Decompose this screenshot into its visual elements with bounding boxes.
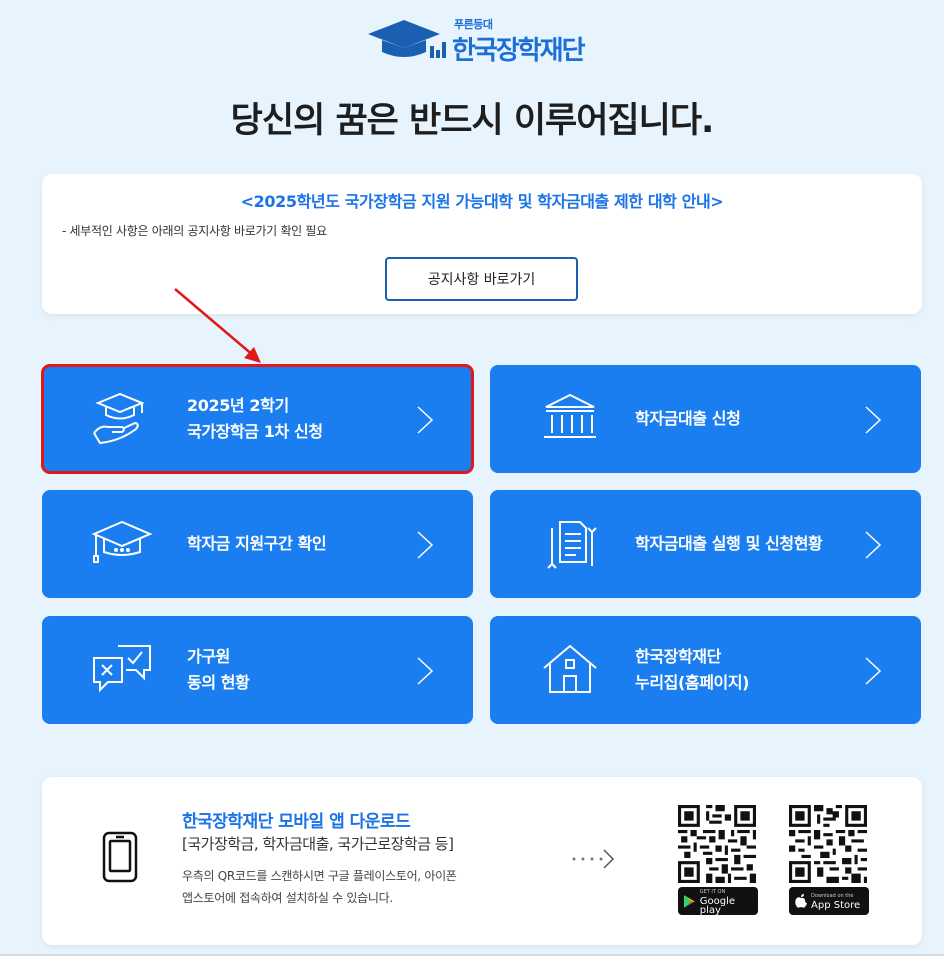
app-download-title: 한국장학재단 모바일 앱 다운로드 [182,812,411,832]
app-desc-line2: 앱스토어에 접속하여 설치하실 수 있습니다. [182,891,393,905]
app-download-subtitle: [국가장학금, 학자금대출, 국가근로장학금 등] [182,835,454,853]
app-store-badge[interactable]: Download on the App Store [789,887,869,915]
menu-household-consent[interactable]: 가구원 동의 현황 [42,616,473,724]
menu-student-loan-apply[interactable]: 학자금대출 신청 [490,365,921,473]
apple-icon [795,894,807,908]
menu-label-line1: 학자금대출 신청 [635,409,741,428]
document-refresh-icon [547,521,597,569]
menu-label-line1: 학자금 지원구간 확인 [187,534,327,553]
menu-label-line1: 학자금대출 실행 및 신청현황 [635,534,823,553]
google-play-qr-icon[interactable] [678,805,756,883]
home-icon [543,644,597,693]
notice-description: - 세부적인 사항은 아래의 공지사항 바로가기 확인 필요 [62,224,327,238]
google-play-badge[interactable]: GET IT ON Google play [678,887,758,915]
app-store-qr-icon[interactable] [789,805,867,883]
menu-label-line2: 국가장학금 1차 신청 [187,422,323,441]
mortarboard-logo-icon [368,20,446,58]
chevron-right-icon [417,406,434,434]
menu-label-line2: 동의 현황 [187,673,250,692]
menu-label-line1: 한국장학재단 [635,647,721,666]
chevron-right-icon [865,531,882,559]
notice-title: <2025학년도 국가장학금 지원 가능대학 및 학자금대출 제한 대학 안내> [240,192,724,211]
chevron-right-icon [417,531,434,559]
graduation-cap-hand-icon [93,392,145,445]
app-download-panel: 한국장학재단 모바일 앱 다운로드 [국가장학금, 학자금대출, 국가근로장학금… [42,777,922,945]
menu-support-tier-check[interactable]: 학자금 지원구간 확인 [42,490,473,598]
chevron-right-icon [865,657,882,685]
app-store-label: App Store [811,900,861,911]
chevron-right-icon [865,406,882,434]
menu-national-scholarship[interactable]: 2025년 2학기 국가장학금 1차 신청 [41,364,474,474]
menu-label-line1: 2025년 2학기 [187,396,289,415]
chevron-right-icon [417,657,434,685]
menu-loan-status[interactable]: 학자금대출 실행 및 신청현황 [490,490,921,598]
menu-label-line1: 가구원 [187,647,230,666]
notice-link-button[interactable]: 공지사항 바로가기 [385,257,578,301]
app-desc-line1: 우측의 QR코드를 스캔하시면 구글 플레이스토어, 아이폰 [182,869,457,883]
menu-label-line2: 누리집(홈페이지) [635,673,750,692]
google-play-icon [684,894,695,908]
menu-homepage[interactable]: 한국장학재단 누리집(홈페이지) [490,616,921,724]
smartphone-icon [102,831,138,883]
app-download-description: 우측의 QR코드를 스캔하시면 구글 플레이스토어, 아이폰 앱스토어에 접속하… [182,865,522,909]
annotation-arrow-icon [174,288,261,363]
dotted-arrow-icon [572,849,615,869]
graduation-cap-icon [91,520,153,563]
page-headline: 당신의 꿈은 반드시 이루어집니다. [230,101,715,141]
bank-building-icon [544,393,596,438]
kosaf-logo[interactable]: 푸른등대 한국장학재단 [366,14,606,66]
logo-name: 한국장학재단 [452,36,586,66]
google-play-label: Google play [699,895,735,916]
consent-chat-icon [93,645,151,693]
